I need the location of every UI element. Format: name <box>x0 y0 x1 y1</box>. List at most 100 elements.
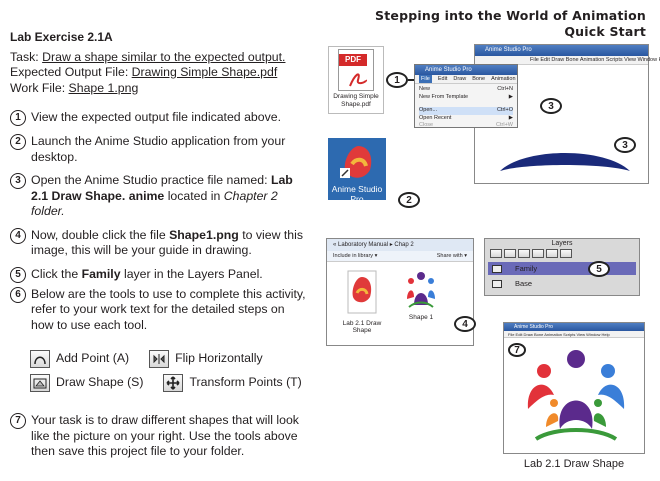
pdf-document-icon: PDF <box>338 49 374 91</box>
step-number: 4 <box>10 227 26 244</box>
menu-animation[interactable]: Animation <box>491 75 515 83</box>
step-text: Click the Family layer in the Layers Pan… <box>31 267 263 283</box>
menu-item-open[interactable]: Open... Ctrl+O <box>419 107 513 115</box>
explorer-window: « Laboratory Manual ▸ Chap 2 Include in … <box>326 238 474 346</box>
step-number: 7 <box>10 413 26 429</box>
result-window-title: Anime Studio Pro <box>504 323 644 331</box>
popup-title: Anime Studio Pro <box>415 65 517 75</box>
menu-edit[interactable]: Edit <box>438 75 447 83</box>
expected-file-link[interactable]: Drawing Simple Shape.pdf <box>132 65 278 79</box>
share-with-button[interactable]: Share with ▾ <box>437 251 467 261</box>
layer-settings-button[interactable] <box>532 249 544 258</box>
step-4: 4 Now, double click the file Shape1.png … <box>10 227 310 259</box>
header: Stepping into the World of Animation Qui… <box>375 8 646 40</box>
exercise-title: Lab Exercise 2.1A <box>10 30 113 44</box>
result-caption: Lab 2.1 Draw Shape <box>523 458 625 470</box>
pdf-badge: PDF <box>339 54 367 66</box>
header-title: Stepping into the World of Animation <box>375 8 646 23</box>
popup-menubar: File Edit Draw Bone Animation <box>415 75 517 84</box>
include-library-button[interactable]: Include in library ▾ <box>333 251 377 261</box>
menu-item-shortcut: Ctrl+W <box>496 122 513 128</box>
add-point-tool-button[interactable] <box>30 350 50 368</box>
submenu-arrow: ▶ <box>508 114 513 121</box>
anime-studio-icon <box>340 146 372 178</box>
step-number: 5 <box>10 266 26 283</box>
family-image-icon <box>407 272 435 308</box>
step-number: 6 <box>10 286 26 303</box>
submenu-arrow: ▶ <box>508 93 513 100</box>
menu-item-new[interactable]: New Ctrl+N <box>419 86 513 94</box>
step-text: View the expected output file indicated … <box>31 110 281 124</box>
step-2: 2 Launch the Anime Studio application fr… <box>10 134 310 165</box>
work-prefix: Work File: <box>10 80 69 95</box>
copy-layer-button[interactable] <box>504 249 516 258</box>
file-name: Shape 1 <box>408 314 434 321</box>
transform-points-label: Transform Points (T) <box>189 375 302 390</box>
layers-title: Layers <box>551 240 573 247</box>
menu-item-label: Open... <box>419 107 438 113</box>
menu-item-shortcut: Ctrl+N <box>497 86 513 92</box>
callout-4: 4 <box>454 316 476 332</box>
result-window: Anime Studio Pro File Edit Draw Bone Ani… <box>503 322 645 454</box>
menu-item-label: Close <box>419 122 434 128</box>
pdf-caption: Drawing Simple Shape.pdf <box>333 93 379 108</box>
draw-shape-tool-button[interactable] <box>30 374 50 392</box>
breadcrumb[interactable]: « Laboratory Manual ▸ Chap 2 <box>327 239 473 251</box>
tool-list: Add Point (A) Flip Horizontally Draw Sha… <box>30 347 310 395</box>
work-line: Work File: Shape 1.png <box>10 81 310 97</box>
step-text-part: located in <box>164 188 224 203</box>
layer-name: Family <box>81 266 121 281</box>
layer-label: Family <box>515 264 538 273</box>
menu-draw[interactable]: Draw <box>453 75 466 83</box>
step-text-part: Open the Anime Studio practice file name… <box>31 173 271 187</box>
layer-row-base[interactable]: Base <box>488 277 636 290</box>
arc-shape <box>500 153 630 171</box>
step-text-part: Click the <box>31 266 82 281</box>
step-text: Launch the Anime Studio application from… <box>31 134 286 164</box>
step-text: Below are the tools to use to complete t… <box>31 286 306 332</box>
step-7: 7 Your task is to draw different shapes … <box>10 413 310 460</box>
window-title: Anime Studio Pro <box>475 45 648 56</box>
step-text: Your task is to draw different shapes th… <box>31 413 299 458</box>
tool-row: Add Point (A) Flip Horizontally <box>30 347 310 371</box>
expected-prefix: Expected Output File: <box>10 65 132 79</box>
file-name: Lab 2.1 Draw Shape <box>342 320 382 334</box>
explorer-toolbar: Include in library ▾ Share with ▾ <box>327 251 473 262</box>
add-point-label: Add Point (A) <box>56 351 130 366</box>
transform-points-tool-button[interactable] <box>163 374 184 392</box>
task-prefix: Task: <box>10 49 43 64</box>
flip-horizontal-tool-button[interactable] <box>149 350 170 368</box>
desktop-shortcut-figure[interactable]: Anime Studio Pro <box>328 138 386 204</box>
layers-toolbar <box>485 249 639 260</box>
callout-3b: 3 <box>614 137 636 153</box>
layer-visibility-icon[interactable] <box>492 264 502 273</box>
layer-visibility-icon[interactable] <box>492 279 502 288</box>
layer-row-family[interactable]: Family <box>488 262 636 275</box>
file-item-shape[interactable]: Shape 1 <box>399 269 443 321</box>
delete-layer-button[interactable] <box>518 249 530 258</box>
task-link[interactable]: Draw a shape similar to the expected out… <box>42 50 285 64</box>
pdf-file-figure[interactable]: PDF Drawing Simple Shape.pdf <box>328 46 384 114</box>
new-layer-button[interactable] <box>490 249 502 258</box>
more-button[interactable] <box>546 249 558 258</box>
menu-item-close[interactable]: Close Ctrl+W <box>419 122 513 130</box>
menu-item-shortcut: Ctrl+O <box>496 107 513 113</box>
anime-file-icon <box>347 270 377 314</box>
step-6: 6 Below are the tools to use to complete… <box>10 286 310 334</box>
step-1: 1 View the expected output file indicate… <box>10 110 310 126</box>
flip-horizontal-label: Flip Horizontally <box>175 351 263 366</box>
family-drawing <box>527 350 625 441</box>
step-3: 3 Open the Anime Studio practice file na… <box>10 173 310 220</box>
tool-row: Draw Shape (S) Transform Points (T) <box>30 371 310 395</box>
menu-item-open-recent[interactable]: Open Recent ▶ <box>419 115 513 123</box>
shape-file-name: Shape1.png <box>169 227 239 242</box>
menu-file[interactable]: File <box>419 75 432 83</box>
step-text-part: layer in the Layers Panel. <box>120 266 263 281</box>
menu-bone[interactable]: Bone <box>472 75 485 83</box>
menu-item-new-template[interactable]: New From Template ▶ <box>419 94 513 102</box>
duplicate-button[interactable] <box>560 249 572 258</box>
draw-shape-label: Draw Shape (S) <box>56 375 144 390</box>
work-file-link[interactable]: Shape 1.png <box>69 81 139 95</box>
result-menubar: File Edit Draw Bone Animation Scripts Vi… <box>504 331 644 338</box>
file-item-lab[interactable]: Lab 2.1 Draw Shape <box>337 269 387 334</box>
